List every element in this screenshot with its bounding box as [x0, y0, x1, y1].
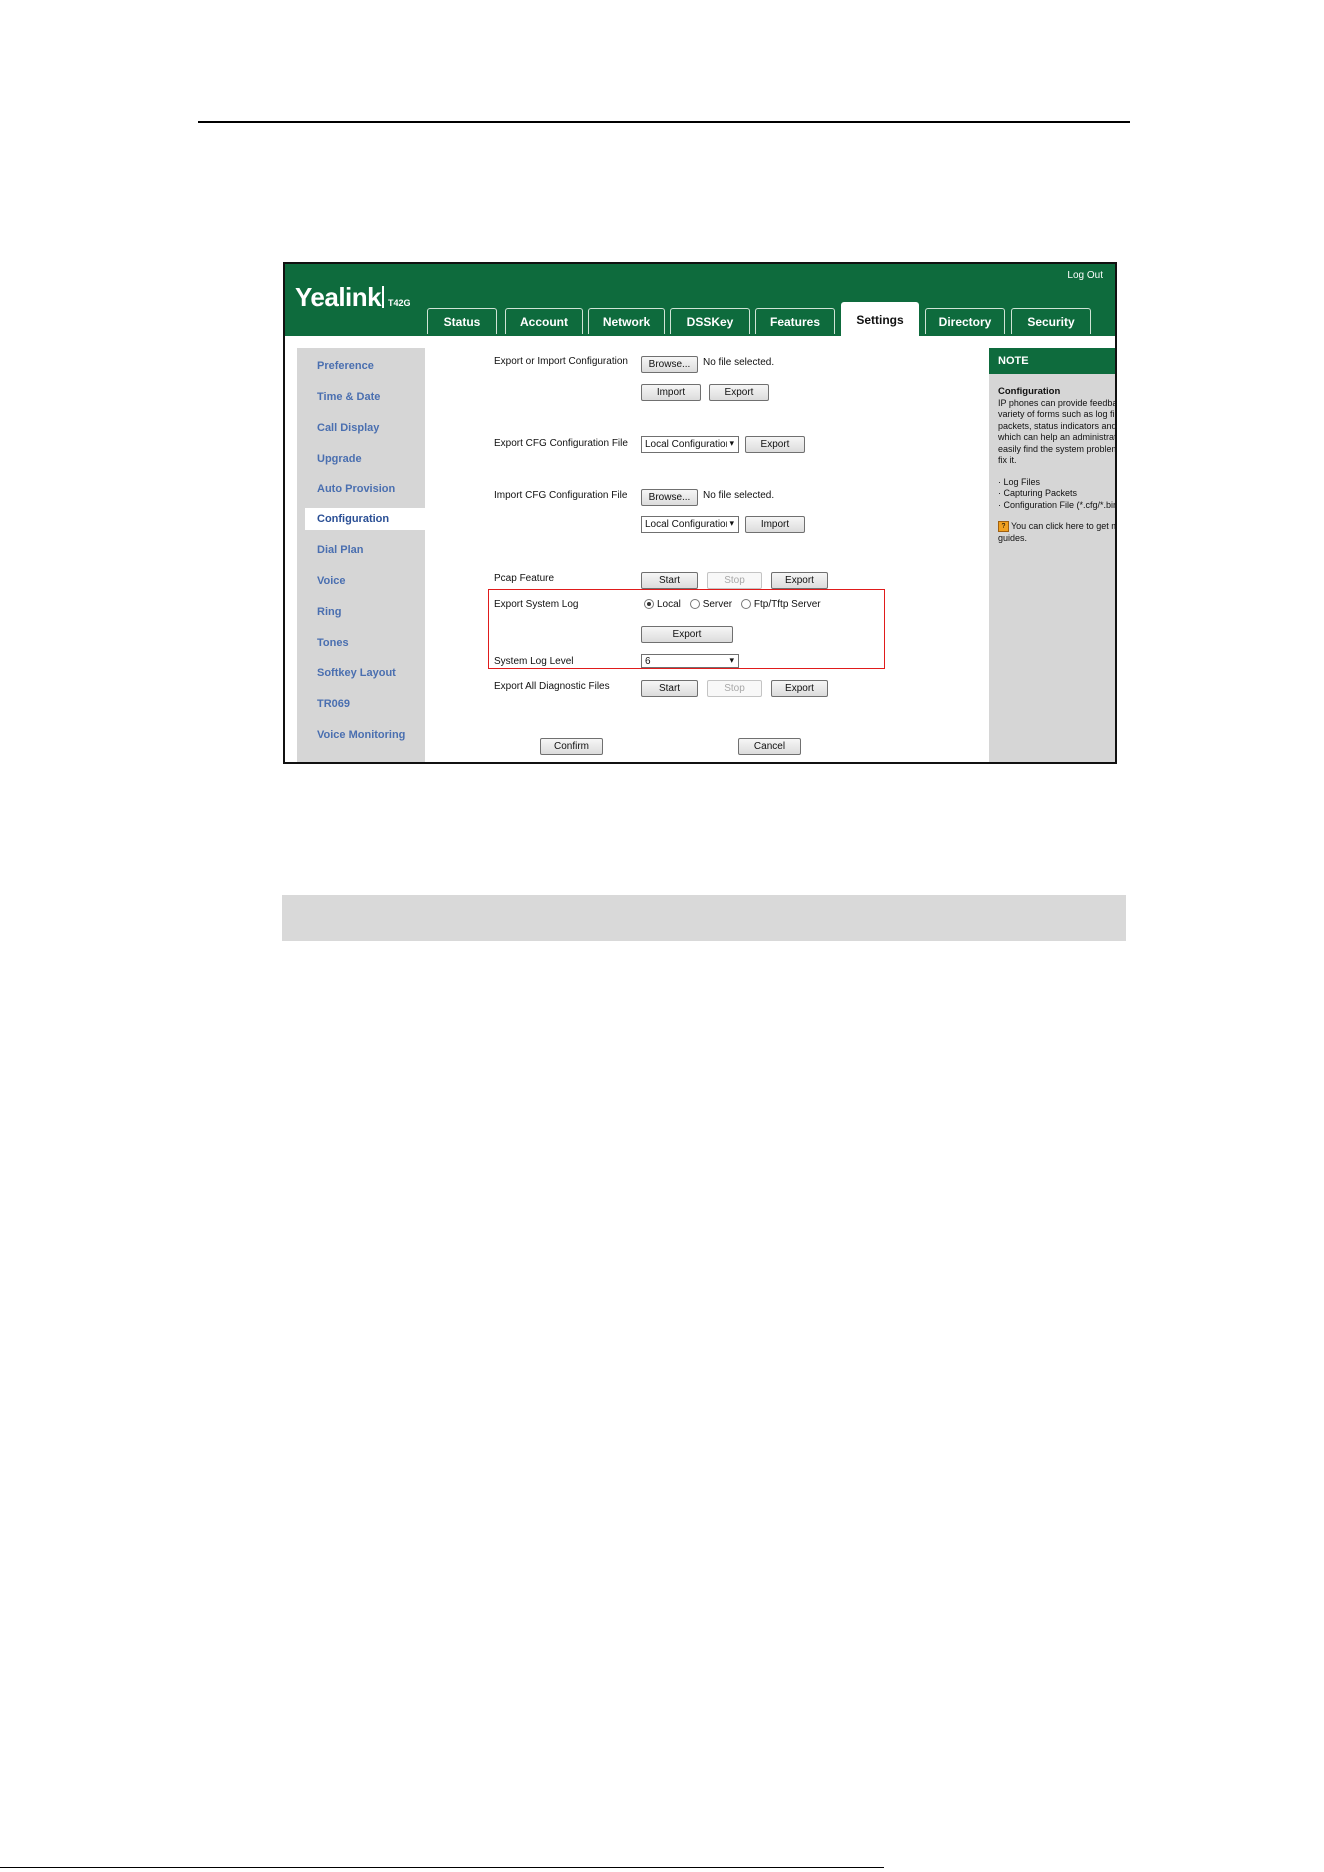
- help-icon: ?: [998, 521, 1009, 533]
- system-log-level-value: 6: [645, 655, 651, 667]
- chevron-down-icon: ▾: [729, 518, 734, 528]
- note-title: Configuration: [998, 386, 1061, 397]
- system-log-level-select[interactable]: 6 ▾: [641, 654, 739, 668]
- sidebar-item-tr069[interactable]: TR069: [317, 698, 350, 710]
- logout-link[interactable]: Log Out: [1067, 270, 1103, 281]
- note-text: IP phones can provide feedback in a vari…: [998, 397, 1117, 466]
- tab-account[interactable]: Account: [505, 308, 583, 334]
- page-header-rule: [198, 121, 1130, 123]
- cancel-button[interactable]: Cancel: [738, 738, 801, 755]
- chevron-down-icon: ▾: [729, 655, 734, 665]
- sidebar-item-upgrade[interactable]: Upgrade: [317, 453, 362, 465]
- sidebar-item-time-date[interactable]: Time & Date: [317, 391, 380, 403]
- diagnostic-stop-button[interactable]: Stop: [707, 680, 762, 697]
- system-log-level-label: System Log Level: [494, 656, 574, 667]
- note-panel: NOTE Configuration IP phones can provide…: [989, 348, 1117, 762]
- import-cfg-label: Import CFG Configuration File: [494, 490, 628, 501]
- note-bullet: · Capturing Packets: [998, 488, 1078, 498]
- export-cfg-label: Export CFG Configuration File: [494, 438, 628, 449]
- export-cfg-select[interactable]: Local Configuration ▾: [641, 436, 739, 453]
- export-cfg-button[interactable]: Export: [745, 436, 805, 453]
- export-system-log-button[interactable]: Export: [641, 626, 733, 643]
- tab-features[interactable]: Features: [755, 308, 835, 334]
- sidebar-item-configuration[interactable]: Configuration: [305, 508, 433, 530]
- import-cfg-browse-button[interactable]: Browse...: [641, 489, 698, 506]
- tab-directory[interactable]: Directory: [925, 308, 1005, 334]
- import-cfg-select-value: Local Configuration: [645, 519, 727, 530]
- pcap-label: Pcap Feature: [494, 573, 555, 584]
- pcap-stop-button[interactable]: Stop: [707, 572, 762, 589]
- yealink-logo: Yealink: [295, 282, 382, 312]
- help-link[interactable]: ?You can click here to get more guides.: [998, 521, 1115, 544]
- sidebar-item-call-display[interactable]: Call Display: [317, 422, 379, 434]
- radio-icon: [689, 599, 700, 610]
- radio-server-label: Server: [702, 599, 733, 610]
- caption-band: [282, 895, 1126, 941]
- sidebar-item-voice-monitoring[interactable]: Voice Monitoring: [317, 729, 405, 741]
- import-cfg-file-status: No file selected.: [703, 490, 775, 501]
- log-destination-radios: Local Server Ftp/Tftp Server: [644, 599, 827, 610]
- sidebar-item-voice[interactable]: Voice: [317, 575, 346, 587]
- model-label: T42G: [388, 298, 411, 308]
- sidebar-item-auto-provision[interactable]: Auto Provision: [317, 483, 395, 495]
- note-bullet: · Log Files: [998, 476, 1041, 487]
- browse-button[interactable]: Browse...: [641, 356, 698, 373]
- radio-ftp-label: Ftp/Tftp Server: [753, 599, 821, 610]
- sidebar-item-ring[interactable]: Ring: [317, 606, 341, 618]
- help-text: You can click here to get more guides.: [998, 521, 1115, 543]
- radio-local-label: Local: [657, 599, 681, 610]
- diagnostic-files-label: Export All Diagnostic Files: [494, 681, 610, 692]
- sidebar: Preference Time & Date Call Display Upgr…: [297, 348, 433, 762]
- radio-ftp-tftp-server[interactable]: Ftp/Tftp Server: [740, 599, 821, 610]
- confirm-button[interactable]: Confirm: [540, 738, 603, 755]
- configuration-form: Export or Import Configuration Browse...…: [425, 336, 985, 762]
- top-bar: Yealink T42G Log Out Status Account Netw…: [285, 264, 1115, 336]
- radio-icon: [740, 599, 751, 610]
- page-footer-rule: [0, 1867, 884, 1868]
- note-body: Configuration IP phones can provide feed…: [998, 386, 1117, 544]
- note-heading: NOTE: [989, 348, 1115, 374]
- pcap-export-button[interactable]: Export: [771, 572, 828, 589]
- diagnostic-export-button[interactable]: Export: [771, 680, 828, 697]
- note-bullet: · Configuration File (*.cfg/*.bin): [998, 499, 1117, 510]
- radio-server[interactable]: Server: [689, 599, 733, 610]
- logo-separator: [382, 286, 384, 308]
- sidebar-item-dial-plan[interactable]: Dial Plan: [317, 544, 363, 556]
- tab-security[interactable]: Security: [1011, 308, 1091, 334]
- sidebar-item-softkey-layout[interactable]: Softkey Layout: [317, 667, 396, 679]
- sidebar-item-preference[interactable]: Preference: [317, 360, 374, 372]
- import-config-button[interactable]: Import: [641, 384, 701, 401]
- tab-dsskey[interactable]: DSSKey: [670, 308, 750, 334]
- file-status: No file selected.: [703, 357, 775, 368]
- export-config-button[interactable]: Export: [709, 384, 769, 401]
- export-system-log-label: Export System Log: [494, 599, 579, 610]
- export-import-config-label: Export or Import Configuration: [494, 356, 628, 367]
- tab-network[interactable]: Network: [588, 308, 665, 334]
- chevron-down-icon: ▾: [729, 438, 734, 448]
- pcap-start-button[interactable]: Start: [641, 572, 698, 589]
- web-ui-screenshot: Yealink T42G Log Out Status Account Netw…: [283, 262, 1117, 764]
- tab-settings[interactable]: Settings: [841, 302, 919, 336]
- radio-local[interactable]: Local: [644, 599, 681, 610]
- export-cfg-select-value: Local Configuration: [645, 439, 727, 450]
- radio-selected-icon: [644, 599, 654, 610]
- diagnostic-start-button[interactable]: Start: [641, 680, 698, 697]
- import-cfg-button[interactable]: Import: [745, 516, 805, 533]
- tab-status[interactable]: Status: [427, 308, 497, 334]
- import-cfg-select[interactable]: Local Configuration ▾: [641, 516, 739, 533]
- sidebar-item-tones[interactable]: Tones: [317, 637, 349, 649]
